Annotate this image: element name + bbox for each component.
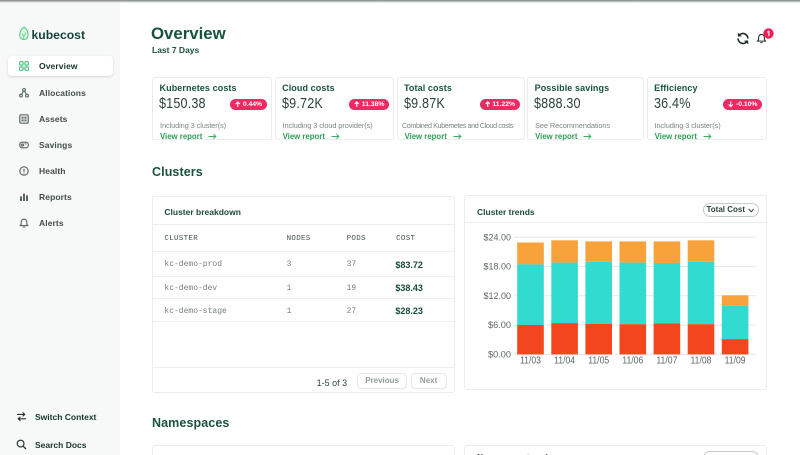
svg-text:$12.00: $12.00 — [484, 291, 512, 302]
svg-text:11/07: 11/07 — [656, 356, 677, 367]
svg-text:11/05: 11/05 — [588, 356, 609, 367]
svg-text:$0.00: $0.00 — [488, 350, 511, 361]
svg-text:11/06: 11/06 — [622, 356, 643, 367]
svg-text:11/09: 11/09 — [725, 356, 746, 367]
svg-text:11/04: 11/04 — [554, 356, 575, 367]
svg-text:$6.00: $6.00 — [488, 320, 511, 331]
svg-text:11/03: 11/03 — [520, 356, 541, 367]
svg-text:$18.00: $18.00 — [484, 262, 512, 273]
svg-text:$24.00: $24.00 — [484, 232, 512, 243]
svg-text:11/08: 11/08 — [691, 356, 712, 367]
